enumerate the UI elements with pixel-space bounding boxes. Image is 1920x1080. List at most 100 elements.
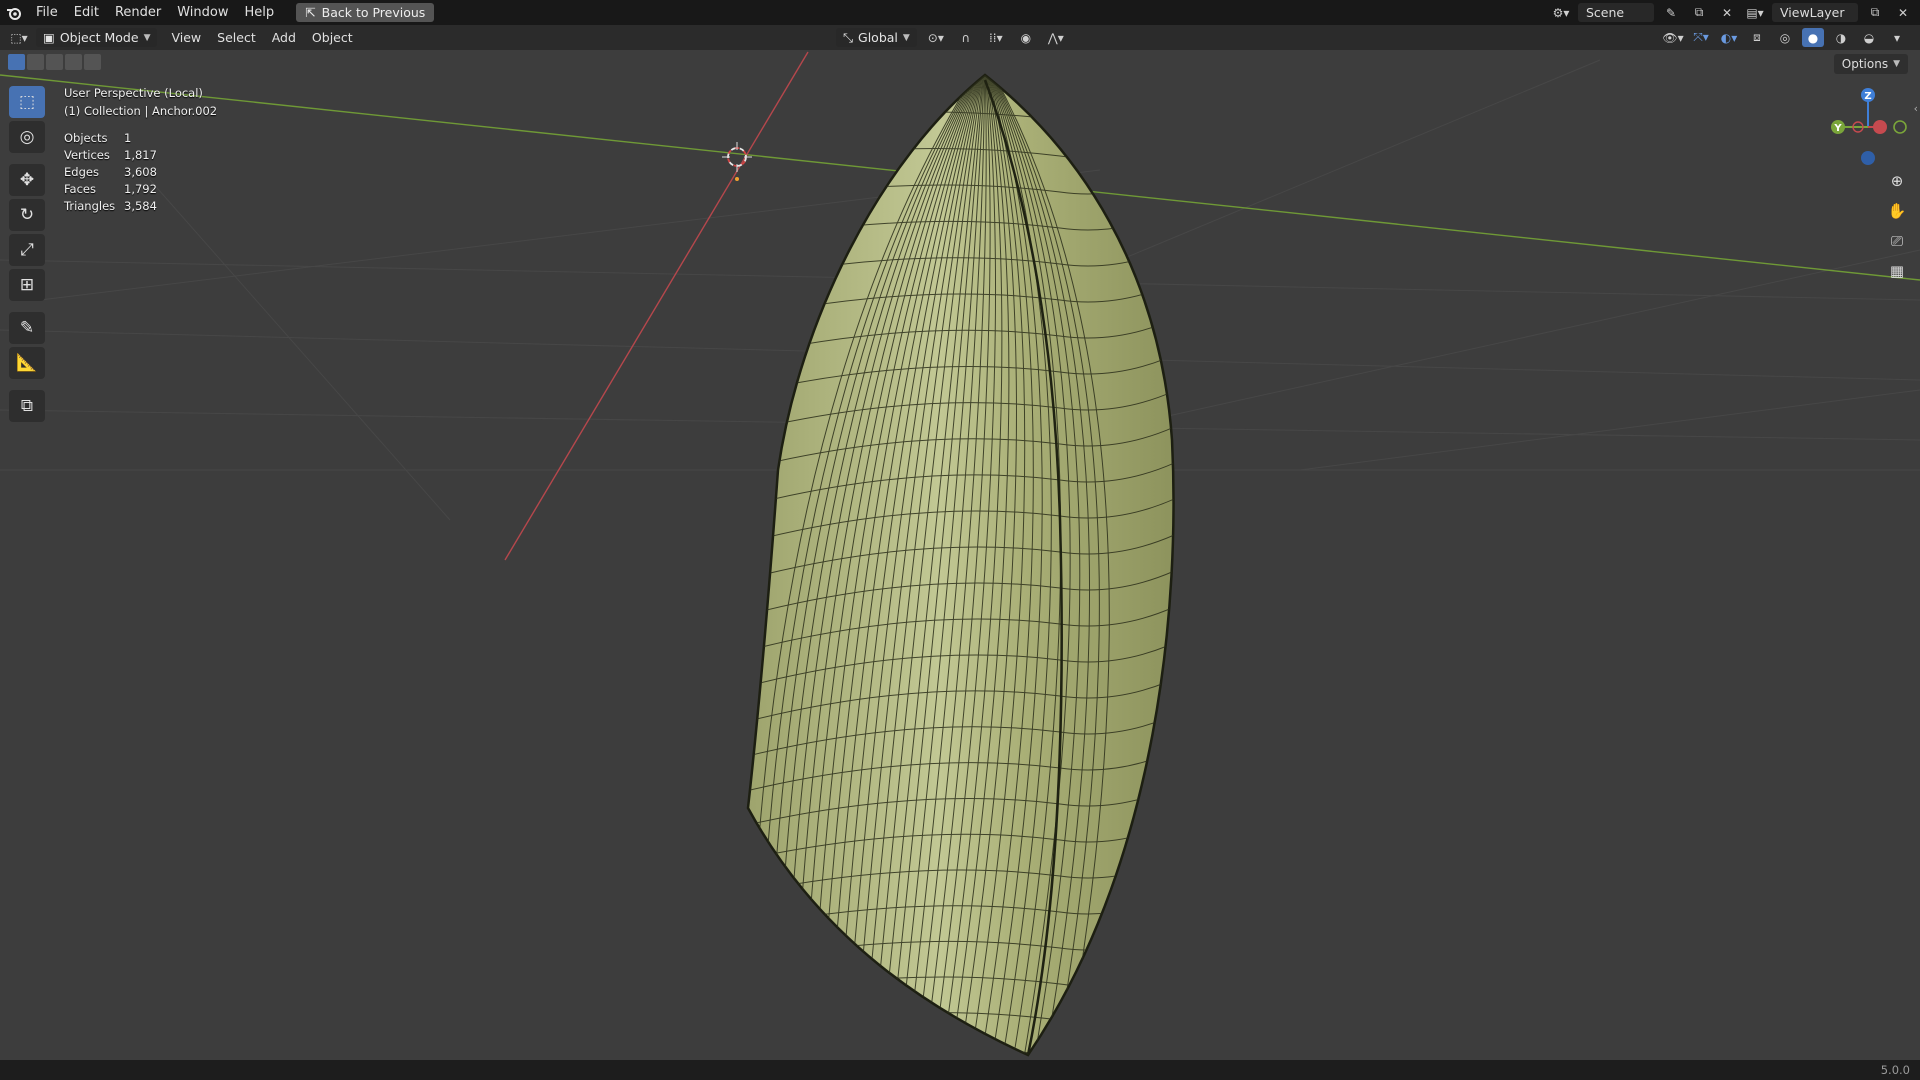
collection-info: (1) Collection | Anchor.002	[64, 104, 218, 118]
stat-label: Objects	[64, 131, 108, 145]
stat-label: Edges	[64, 165, 99, 179]
orientation-label: Global	[858, 30, 898, 45]
menu-file[interactable]: File	[28, 5, 66, 20]
options-dropdown[interactable]: Options ▼	[1833, 54, 1908, 74]
select-intersect-icon[interactable]	[84, 54, 101, 70]
stat-value: 1	[124, 131, 132, 145]
wireframe-shading-icon[interactable]: ◎	[1774, 28, 1796, 47]
snap-toggle-icon[interactable]: ∩	[955, 28, 977, 47]
add-cube-tool-icon[interactable]: ⧉	[9, 390, 45, 422]
mode-dropdown[interactable]: ▣ Object Mode ▼	[36, 28, 158, 47]
top-right-controls: ⚙▾ Scene ✎ ⧉ ✕ ▤▾ ViewLayer ⧉ ✕	[1550, 0, 1914, 25]
rendered-shading-icon[interactable]: ◒	[1858, 28, 1880, 47]
annotate-tool-icon[interactable]: ✎	[9, 312, 45, 344]
back-icon: ⇱	[305, 5, 316, 20]
scene-selector-icon[interactable]: ⚙▾	[1550, 3, 1572, 22]
zoom-icon[interactable]: ⊕	[1884, 168, 1910, 194]
stat-label: Faces	[64, 182, 96, 196]
orientation-dropdown[interactable]: ⤡ Global ▼	[836, 28, 917, 47]
tool-shelf: ⬚ ◎ ✥ ↻ ⤢ ⊞ ✎ 📐 ⧉	[9, 86, 47, 425]
viewport-display-controls: 👁▾ ⤧▾ ◐▾ ⧈ ◎ ● ◑ ◒ ▾	[1662, 28, 1908, 47]
orientation-icon: ⤡	[843, 29, 854, 45]
pin-icon[interactable]: ✎	[1660, 3, 1682, 22]
visibility-icon[interactable]: 👁▾	[1662, 28, 1684, 47]
view-layer-selector-icon[interactable]: ▤▾	[1744, 3, 1766, 22]
rotate-tool-icon[interactable]: ↻	[9, 199, 45, 231]
transform-controls: ⤡ Global ▼ ⊙▾ ∩ ⁞⁞▾ ◉ ⋀▾	[836, 28, 1067, 47]
transform-tool-icon[interactable]: ⊞	[9, 269, 45, 301]
overlays-icon[interactable]: ◐▾	[1718, 28, 1740, 47]
new-scene-icon[interactable]: ⧉	[1688, 3, 1710, 22]
remove-view-layer-icon[interactable]: ✕	[1892, 3, 1914, 22]
mode-label: Object Mode	[59, 30, 139, 45]
pivot-point-icon[interactable]: ⊙▾	[925, 28, 947, 47]
chevron-down-icon: ▼	[143, 32, 151, 43]
move-tool-icon[interactable]: ✥	[9, 164, 45, 196]
new-view-layer-icon[interactable]: ⧉	[1864, 3, 1886, 22]
viewport-text-overlay: User Perspective (Local) (1) Collection …	[64, 84, 217, 215]
select-invert-icon[interactable]	[65, 54, 82, 70]
gizmo-z-label: Z	[1864, 91, 1871, 102]
back-to-previous-button[interactable]: ⇱ Back to Previous	[296, 3, 435, 22]
view-layer-field[interactable]: ViewLayer	[1772, 3, 1858, 22]
chevron-down-icon: ▼	[902, 32, 910, 43]
menu-edit[interactable]: Edit	[66, 5, 107, 20]
perspective-grid-icon[interactable]: ▦	[1884, 258, 1910, 284]
chevron-down-icon: ▼	[1893, 59, 1900, 69]
stat-label: Vertices	[64, 148, 110, 162]
menu-add[interactable]: Add	[264, 30, 304, 45]
menu-object[interactable]: Object	[304, 30, 361, 45]
view-name: User Perspective (Local)	[64, 86, 203, 100]
status-bar: 5.0.0	[0, 1060, 1920, 1080]
back-to-previous-label: Back to Previous	[321, 5, 426, 20]
stat-value: 1,792	[124, 182, 157, 196]
anchor-mesh[interactable]	[700, 73, 1200, 1060]
scale-tool-icon[interactable]: ⤢	[9, 234, 45, 266]
scene-statistics: Objects 1 Vertices 1,817 Edges 3,608 Fac…	[64, 130, 217, 215]
menu-view[interactable]: View	[163, 30, 209, 45]
selection-mode-buttons	[8, 54, 101, 70]
select-new-icon[interactable]	[8, 54, 25, 70]
collapse-sidebar-icon[interactable]: ‹	[1914, 102, 1918, 115]
falloff-icon[interactable]: ⋀▾	[1045, 28, 1067, 47]
material-shading-icon[interactable]: ◑	[1830, 28, 1852, 47]
pan-hand-icon[interactable]: ✋	[1884, 198, 1910, 224]
scene-name-field[interactable]: Scene	[1578, 3, 1654, 22]
menu-select[interactable]: Select	[209, 30, 264, 45]
delete-scene-icon[interactable]: ✕	[1716, 3, 1738, 22]
navigation-gizmo[interactable]: Z Y	[1831, 88, 1907, 165]
editor-type-icon[interactable]: ⬚▾	[8, 28, 30, 47]
stat-value: 3,584	[124, 199, 157, 213]
stat-value: 1,817	[124, 148, 157, 162]
menu-render[interactable]: Render	[107, 5, 169, 20]
xray-toggle-icon[interactable]: ⧈	[1746, 28, 1768, 47]
gizmos-icon[interactable]: ⤧▾	[1690, 28, 1712, 47]
select-box-tool-icon[interactable]: ⬚	[9, 86, 45, 118]
camera-view-icon[interactable]: ⎚	[1884, 228, 1910, 254]
select-extend-icon[interactable]	[27, 54, 44, 70]
top-menu-bar: File Edit Render Window Help ⇱ Back to P…	[0, 0, 1920, 25]
version-label: 5.0.0	[1880, 1063, 1910, 1077]
solid-shading-icon[interactable]: ●	[1802, 28, 1824, 47]
measure-tool-icon[interactable]: 📐	[9, 347, 45, 379]
select-subtract-icon[interactable]	[46, 54, 63, 70]
menu-help[interactable]: Help	[237, 5, 283, 20]
snap-target-icon[interactable]: ⁞⁞▾	[985, 28, 1007, 47]
scene-name: Scene	[1586, 5, 1625, 20]
stat-label: Triangles	[64, 199, 116, 213]
viewport-scene: Z Y	[0, 51, 1920, 1060]
view-layer-name: ViewLayer	[1780, 5, 1845, 20]
stat-value: 3,608	[124, 165, 157, 179]
3d-cursor[interactable]	[722, 142, 752, 181]
options-label: Options	[1841, 57, 1889, 71]
proportional-editing-icon[interactable]: ◉	[1015, 28, 1037, 47]
3d-viewport[interactable]: Z Y Options ▼ ‹ ⊕ ✋ ⎚ ▦	[0, 50, 1920, 1060]
blender-logo-icon[interactable]	[0, 0, 28, 25]
shading-options-icon[interactable]: ▾	[1886, 28, 1908, 47]
viewport-header: ⬚▾ ▣ Object Mode ▼ View Select Add Objec…	[0, 25, 1920, 50]
cursor-tool-icon[interactable]: ◎	[9, 121, 45, 153]
x-axis-line	[504, 51, 809, 561]
menu-window[interactable]: Window	[169, 5, 236, 20]
gizmo-y-label: Y	[1833, 123, 1842, 134]
object-mode-icon: ▣	[43, 30, 55, 45]
